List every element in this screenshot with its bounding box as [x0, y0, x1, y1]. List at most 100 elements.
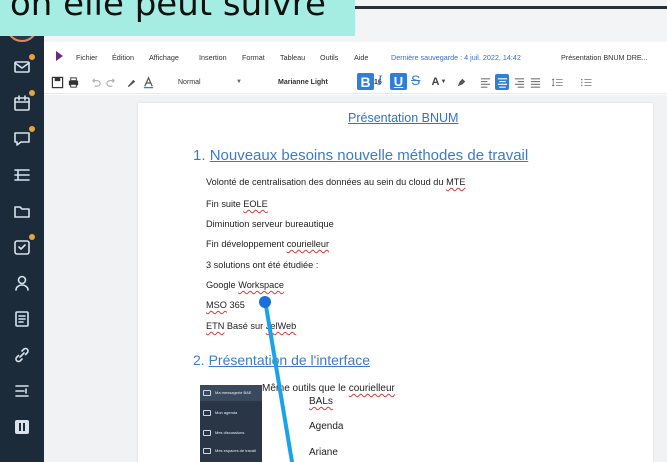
text-color-button[interactable]: A ▼ — [430, 74, 448, 90]
document-name: Présentation BNUM DRE... — [561, 53, 648, 62]
justify-icon — [530, 77, 540, 88]
caption-text: on elle peut suivre — [10, 0, 326, 24]
sidebar-settings[interactable] — [11, 380, 33, 402]
list-item[interactable]: Agenda — [309, 421, 343, 432]
text-style-icon — [143, 75, 153, 88]
sidebar-tasks[interactable] — [11, 233, 36, 258]
app-logo-icon — [56, 51, 63, 61]
sidebar-chat[interactable] — [11, 125, 36, 150]
app-sidebar — [0, 0, 44, 462]
font-value: Marianne Light — [278, 78, 328, 86]
paragraph-line[interactable]: Fin suite EOLE — [206, 199, 268, 209]
section-2-title: Présentation de l'interface — [208, 352, 371, 368]
video-caption: on elle peut suivre — [0, 0, 355, 36]
strikethrough-button[interactable]: S — [411, 72, 420, 88]
bold-button[interactable]: B — [357, 73, 374, 90]
section-2-number: 2. — [193, 352, 205, 368]
line-spacing-button[interactable] — [547, 74, 567, 90]
line-spacing-icon — [551, 77, 563, 87]
paragraph-style-select[interactable]: Normal ▼ — [164, 75, 246, 89]
format-toolbar: Normal▼ Marianne Light▼ 16▼ B I U S A▼ — [44, 70, 667, 94]
list-item[interactable]: Ariane — [309, 447, 338, 458]
embedded-screenshot-image[interactable]: Ma messagerie BAE Mon agenda Mes discuss… — [200, 385, 262, 462]
line-text: MSO 365 — [206, 300, 245, 310]
paragraph-style-value: Normal — [178, 78, 201, 86]
save-icon — [51, 76, 63, 88]
sidebar-calendar[interactable] — [11, 89, 36, 114]
paragraph-line[interactable]: Google Workspace — [206, 280, 284, 290]
underline-button[interactable]: U — [390, 73, 407, 90]
menu-insertion[interactable]: Insertion — [199, 53, 227, 62]
font-select[interactable]: Marianne Light▼ — [274, 75, 366, 89]
thumb-item: Mes discussions — [203, 427, 259, 439]
align-left-button[interactable] — [478, 74, 492, 90]
sidebar-links[interactable] — [11, 344, 33, 366]
menu-tableau[interactable]: Tableau — [280, 53, 305, 62]
list-settings-icon — [15, 385, 29, 397]
undo-icon — [91, 77, 101, 87]
document-title[interactable]: Présentation BNUM — [348, 111, 458, 125]
list-item[interactable]: BALs — [309, 396, 333, 407]
align-right-button[interactable] — [512, 74, 526, 90]
link-icon — [15, 347, 29, 363]
chevron-down-icon: ▼ — [236, 79, 242, 85]
section-1-number: 1. — [193, 147, 206, 164]
intro-line[interactable]: Même outils que le courielleur — [262, 383, 395, 394]
undo-button[interactable] — [88, 74, 102, 90]
thumb-item: Mes espaces de travail — [203, 445, 259, 457]
print-button[interactable] — [66, 74, 80, 90]
sidebar-mail[interactable] — [11, 53, 36, 78]
highlight-button[interactable] — [452, 74, 470, 90]
list-button[interactable] — [576, 74, 596, 90]
line-text: ETN Basé sur JelWeb — [206, 321, 297, 331]
folder-icon — [14, 206, 30, 218]
paragraph-line[interactable]: Volonté de centralisation des données au… — [206, 177, 465, 187]
contact-icon — [15, 275, 29, 291]
line-text: Google Workspace — [206, 280, 284, 290]
sidebar-app[interactable] — [11, 416, 33, 438]
line-text: Volonté de centralisation des données au… — [206, 177, 466, 187]
justify-button[interactable] — [528, 74, 542, 90]
brush-icon — [127, 79, 135, 87]
paragraph-line[interactable]: MSO 365 — [206, 300, 245, 310]
menu-aide[interactable]: Aide — [354, 53, 368, 62]
redo-icon — [105, 77, 115, 87]
highlighter-icon — [457, 78, 465, 86]
sidebar-workspaces[interactable] — [11, 164, 33, 186]
workspace-icon — [14, 169, 30, 181]
thumb-item: Ma messagerie BAE — [203, 387, 259, 399]
menu-fichier[interactable]: Fichier — [76, 53, 98, 62]
mail-icon — [203, 390, 211, 396]
clear-format-button[interactable] — [124, 74, 138, 90]
italic-button[interactable]: I — [377, 73, 382, 90]
sidebar-contacts[interactable] — [11, 272, 33, 294]
menu-outils[interactable]: Outils — [320, 53, 338, 62]
paragraph-line[interactable]: 3 solutions ont été étudiée : — [206, 260, 318, 270]
align-center-button[interactable] — [495, 74, 509, 90]
line-text: Même outils que le courielleur — [262, 383, 395, 394]
notification-badge — [28, 89, 36, 97]
paragraph-line[interactable]: Fin développement courielleur — [206, 239, 329, 249]
last-saved-link[interactable]: Dernière sauvegarde : 4 juil. 2022, 14:4… — [391, 53, 521, 62]
workspace-icon — [203, 448, 211, 454]
chat-icon — [203, 430, 211, 436]
heading-section-1[interactable]: 1. Nouveaux besoins nouvelle méthodes de… — [193, 147, 528, 164]
sidebar-files[interactable] — [11, 200, 33, 222]
paragraph-line[interactable]: Diminution serveur bureautique — [206, 219, 334, 229]
menu-edition[interactable]: Édition — [112, 53, 134, 62]
list-item-text: BALs — [309, 396, 333, 407]
redo-button[interactable] — [104, 74, 118, 90]
line-text: Fin développement courielleur — [206, 239, 330, 249]
menu-affichage[interactable]: Affichage — [149, 53, 179, 62]
align-center-icon — [497, 77, 507, 88]
save-button[interactable] — [50, 74, 64, 90]
text-style-button[interactable] — [140, 74, 156, 90]
section-1-title: Nouveaux besoins nouvelle méthodes de tr… — [209, 147, 529, 164]
paragraph-line[interactable]: ETN Basé sur JelWeb — [206, 321, 296, 331]
heading-section-2[interactable]: 2. Présentation de l'interface — [193, 352, 370, 368]
menu-format[interactable]: Format — [242, 53, 265, 62]
text-color-label: A — [431, 76, 440, 88]
align-right-icon — [514, 77, 524, 88]
thumb-item: Mon agenda — [203, 407, 259, 419]
sidebar-documents[interactable] — [11, 308, 33, 330]
